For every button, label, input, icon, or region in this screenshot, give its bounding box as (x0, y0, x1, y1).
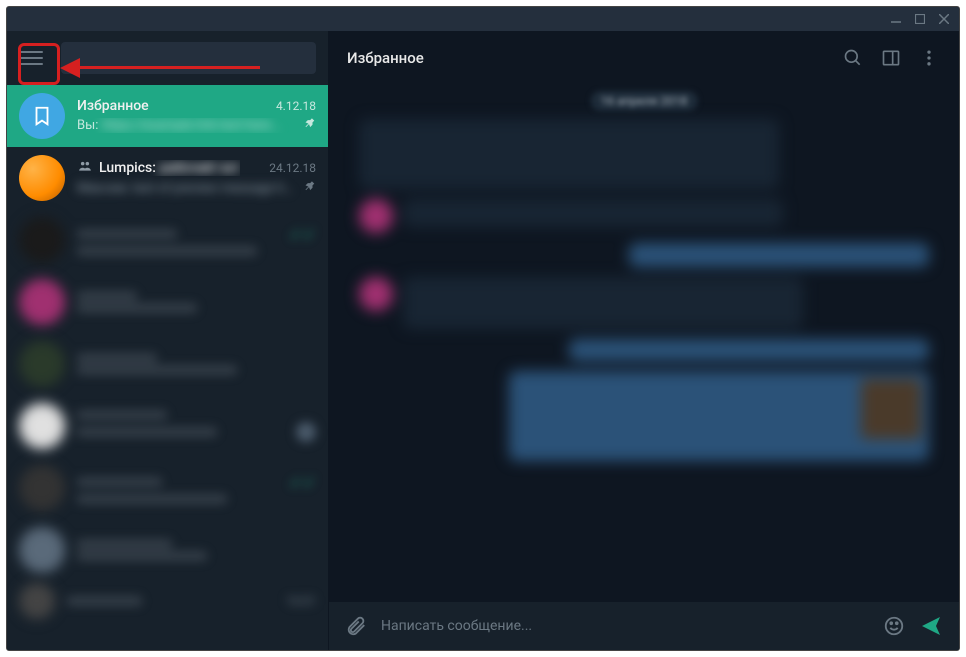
compose-bar: Написать сообщение... (329, 602, 959, 650)
chat-list: Избранное 4.12.18 Вы: https://example-li… (7, 85, 328, 650)
chat-name: Избранное (77, 98, 149, 114)
avatar (19, 155, 65, 201)
maximize-button[interactable] (913, 12, 927, 26)
chat-title: Избранное (347, 49, 827, 67)
sidebar: Избранное 4.12.18 Вы: https://example-li… (7, 31, 329, 650)
chat-header: Избранное (329, 31, 959, 85)
pin-icon (302, 179, 316, 197)
titlebar (7, 7, 959, 31)
close-button[interactable] (937, 12, 951, 26)
minimize-button[interactable] (889, 12, 903, 26)
chat-item-blurred[interactable]: ✓✓ (7, 209, 328, 271)
pin-icon (302, 116, 316, 134)
search-input[interactable] (61, 42, 316, 74)
chat-item-lumpics[interactable]: Lumpics: рабочий чат 24.12.18 Максим: te… (7, 147, 328, 209)
chat-preview: Максим: text of preview message here... (77, 181, 296, 196)
smile-icon[interactable] (883, 615, 905, 637)
search-icon[interactable] (841, 46, 865, 70)
chat-item-blurred[interactable] (7, 333, 328, 395)
hamburger-icon[interactable] (19, 46, 43, 70)
chat-item-blurred[interactable]: ✓✓ (7, 457, 328, 519)
chat-name: Lumpics: рабочий чат (99, 160, 240, 176)
more-vertical-icon[interactable] (917, 46, 941, 70)
chat-item-blurred[interactable] (7, 395, 328, 457)
group-icon (77, 159, 93, 177)
main-panel: Избранное 16 апреля 2018 (329, 31, 959, 650)
chat-date: 24.12.18 (269, 161, 316, 175)
messages-area[interactable]: 16 апреля 2018 (329, 85, 959, 602)
chat-item-blurred[interactable]: 16:01 (7, 581, 328, 621)
bookmark-icon (19, 93, 65, 139)
paperclip-icon[interactable] (345, 615, 367, 637)
send-icon[interactable] (919, 614, 943, 638)
app-body: Избранное 4.12.18 Вы: https://example-li… (7, 31, 959, 650)
chat-item-saved-messages[interactable]: Избранное 4.12.18 Вы: https://example-li… (7, 85, 328, 147)
app-window: Избранное 4.12.18 Вы: https://example-li… (6, 6, 960, 651)
chat-item-blurred[interactable] (7, 519, 328, 581)
sidebar-header (7, 31, 328, 85)
date-separator: 16 апреля 2018 (591, 91, 698, 111)
sidebar-panel-icon[interactable] (879, 46, 903, 70)
chat-item-blurred[interactable] (7, 271, 328, 333)
message-input[interactable]: Написать сообщение... (381, 618, 869, 634)
chat-preview: Вы: https://example-link-text-here... (77, 118, 296, 133)
chat-date: 4.12.18 (276, 99, 316, 113)
